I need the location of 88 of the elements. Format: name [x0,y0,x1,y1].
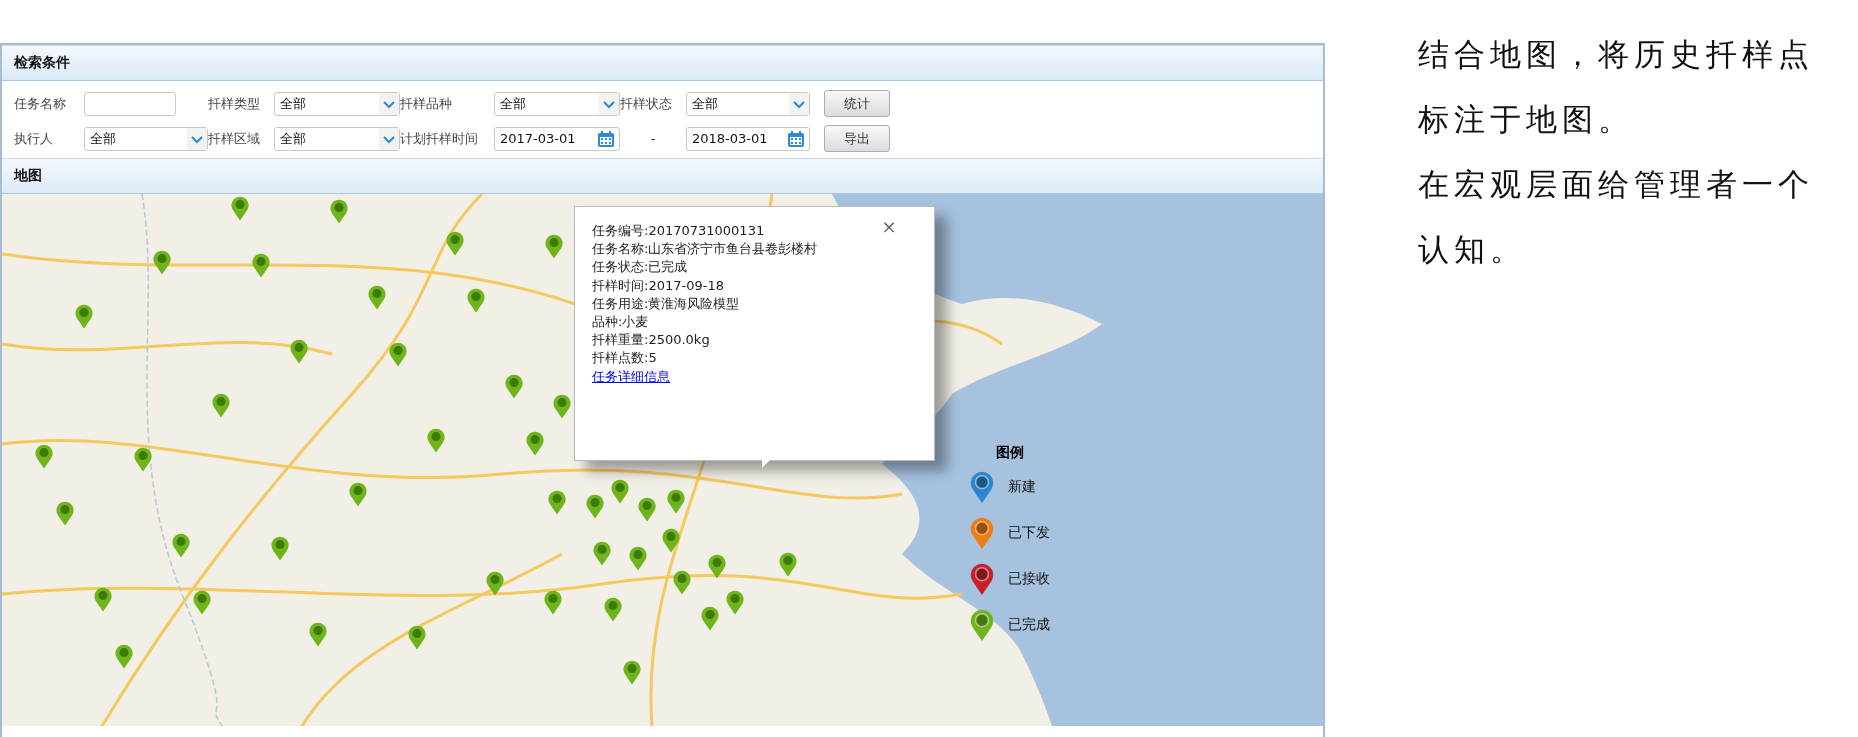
info-line: 扦样点数:5 [592,349,657,368]
chevron-down-icon [379,127,399,150]
map-pin[interactable] [193,590,211,615]
map-pin[interactable] [726,590,744,615]
map-pin[interactable] [252,253,270,278]
map-pin[interactable] [368,285,386,310]
panel-header: 检索条件 [2,45,1323,81]
info-line: 扦样时间:2017-09-18 [592,276,724,295]
map-pin[interactable] [779,552,797,577]
dropdown[interactable]: 全部 [274,126,400,151]
map-pin[interactable] [486,571,504,596]
field-label: 扦样状态 [620,94,673,113]
text-field[interactable] [84,91,176,116]
field-label: 扦样区域 [208,129,261,148]
map-pin[interactable] [446,231,464,256]
legend-title: 图例 [996,444,1024,462]
map-pin[interactable] [708,554,726,579]
map-pin[interactable] [212,393,230,418]
map-pin[interactable] [271,536,289,561]
map-pin[interactable] [623,660,641,685]
map-pin[interactable] [290,339,308,364]
map-pin[interactable] [629,546,647,571]
map-pin[interactable] [309,622,327,647]
info-line: 任务编号:20170731000131 [592,222,765,240]
chevron-down-icon [789,92,809,115]
map-pin[interactable] [544,590,562,615]
panel-header: 地图 [2,158,1323,194]
map-pin[interactable] [153,250,171,275]
map-pin[interactable] [662,528,680,553]
date-field[interactable]: 2018-03-01 [686,126,810,151]
dropdown[interactable]: 全部 [494,91,620,116]
map-pin[interactable] [701,606,719,631]
map-pin[interactable] [115,644,133,669]
info-line: 任务用途:黄淮海风险模型 [592,294,740,313]
action-button[interactable]: 统计 [824,90,890,117]
map-pin[interactable] [349,482,367,507]
map-pin[interactable] [75,304,93,329]
note-paragraph: 结合地图，将历史扦样点标注于地图。 [1418,35,1815,139]
info-line: 品种:小麦 [592,313,649,331]
map-pin[interactable] [553,394,571,419]
calendar-icon [597,129,615,148]
map-pin[interactable] [611,479,629,504]
map-pin[interactable] [330,199,348,224]
calendar-icon [787,129,805,148]
info-line: 扦样重量:2500.0kg [592,331,710,350]
map-pin[interactable] [35,444,53,469]
chevron-down-icon [379,92,399,115]
map-pin[interactable] [172,533,190,558]
map-pin[interactable] [667,489,685,514]
range-separator: - [650,131,656,146]
map-pin[interactable] [593,541,611,566]
chevron-down-icon [599,92,619,115]
detail-link[interactable]: 任务详细信息 [592,368,670,384]
field-label: 扦样品种 [400,94,453,113]
map-pin[interactable] [134,447,152,472]
map-pin[interactable] [673,570,691,595]
map-pin[interactable] [94,587,112,612]
info-line: 任务状态:已完成 [592,258,688,277]
map-pin[interactable] [638,497,656,522]
info-line: 任务名称:山东省济宁市鱼台县卷彭楼村 [592,240,818,259]
map-pin[interactable] [389,342,407,367]
dropdown[interactable]: 全部 [686,91,810,116]
close-button[interactable]: × [856,213,922,240]
map-pin[interactable] [526,431,544,456]
map-pin[interactable] [427,428,445,453]
field-label: 执行人 [14,129,54,148]
legend-label: 已完成 [1008,616,1050,634]
field-label: 任务名称 [14,94,67,113]
date-field[interactable]: 2017-03-01 [494,126,620,151]
action-button[interactable]: 导出 [824,125,890,152]
field-label: 计划扦样时间 [400,129,479,148]
chevron-down-icon [187,127,207,150]
map-pin[interactable] [548,490,566,515]
map-pin[interactable] [505,374,523,399]
field-label: 扦样类型 [208,94,261,113]
dropdown[interactable]: 全部 [84,126,208,151]
dropdown[interactable]: 全部 [274,91,400,116]
map-pin[interactable] [545,234,563,259]
legend-label: 新建 [1008,478,1036,496]
map-pin[interactable] [231,196,249,221]
map-pin[interactable] [408,625,426,650]
note-paragraph: 在宏观层面给管理者一个认知。 [1418,165,1815,269]
legend-label: 已下发 [1008,524,1050,542]
legend-label: 已接收 [1008,570,1050,588]
map-pin[interactable] [467,288,485,313]
map-pin[interactable] [56,501,74,526]
map-pin[interactable] [586,494,604,519]
map-pin[interactable] [604,597,622,622]
